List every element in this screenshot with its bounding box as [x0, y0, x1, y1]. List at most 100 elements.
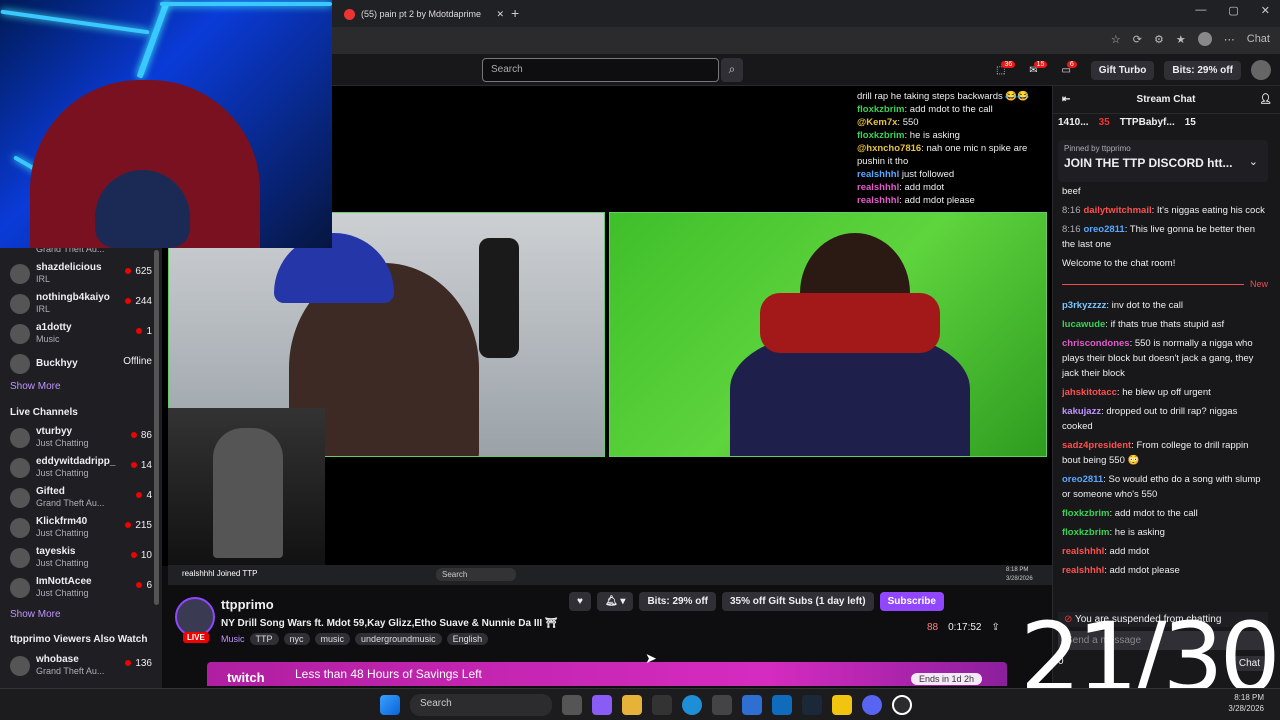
maximize-button[interactable]: ▢	[1228, 4, 1238, 17]
sidebar-channel[interactable]: ImNottAcee Just Chatting 6	[8, 574, 158, 604]
tag[interactable]: nyc	[283, 633, 310, 645]
sidebar-scrollbar[interactable]	[154, 250, 159, 605]
store-icon[interactable]	[712, 695, 732, 715]
tag[interactable]: English	[446, 633, 489, 645]
bits-discount-button[interactable]: Bits: 29% off	[639, 592, 716, 611]
avatar	[10, 518, 30, 538]
msg-user[interactable]: sadz4president	[1062, 440, 1131, 451]
sidebar-channel[interactable]: shazdelicious IRL 625	[8, 260, 158, 290]
msg-user[interactable]: dailytwitchmail	[1084, 205, 1152, 216]
loot-badge: 36	[1001, 60, 1016, 68]
inbox-icon[interactable]: ✉15	[1029, 60, 1051, 76]
msg-user[interactable]: jahskitotacc	[1062, 387, 1117, 398]
collapse-chat-icon[interactable]: ⇤	[1062, 86, 1070, 114]
profile-icon[interactable]	[1197, 32, 1212, 46]
new-tab-button[interactable]: +	[511, 5, 519, 21]
msg-text: : add mdot to the call	[1109, 508, 1198, 519]
follow-heart-button[interactable]: ♥	[569, 592, 591, 611]
start-icon[interactable]	[380, 695, 400, 715]
taskbar-clock[interactable]: 8:18 PM 3/28/2026	[1228, 692, 1264, 714]
tag[interactable]: music	[314, 633, 351, 645]
copilot-chat-button[interactable]: Chat	[1247, 33, 1270, 45]
msg-user[interactable]: floxkzbrim	[1062, 508, 1110, 519]
close-window-button[interactable]: ✕	[1261, 4, 1270, 17]
notification-bell-button[interactable]: 🔔︎ ▾	[596, 592, 634, 611]
show-more-link-2[interactable]: Show More	[10, 609, 61, 620]
sidebar-channel[interactable]: eddywitdadripp_ Just Chatting 14	[8, 454, 158, 484]
edge-icon[interactable]	[682, 695, 702, 715]
category-link[interactable]: Music	[221, 633, 245, 645]
overlay-chat-line: realshhhl: add mdot please	[857, 194, 1052, 207]
sidebar-channel[interactable]: Klickfrm40 Just Chatting 215	[8, 514, 158, 544]
sidebar-channel[interactable]: tayeskis Just Chatting 10	[8, 544, 158, 574]
msg-time: 8:16	[1062, 224, 1081, 235]
copilot-icon[interactable]	[592, 695, 612, 715]
show-more-link[interactable]: Show More	[10, 381, 61, 392]
sidebar-channel[interactable]: whobase Grand Theft Au... 136	[8, 652, 158, 682]
sidebar-channel[interactable]: vturbyy Just Chatting 86	[8, 424, 158, 454]
msg-text: Welcome to the chat room!	[1062, 258, 1176, 269]
share-icon[interactable]: ⇪	[992, 622, 1000, 633]
overlay-username: floxkzbrim	[857, 130, 905, 141]
sidebar-channel[interactable]: Buckhyy Offline	[8, 350, 158, 380]
prime-loot-icon[interactable]: ⬚36	[996, 60, 1019, 76]
tag[interactable]: TTP	[249, 633, 279, 645]
gift-subs-button[interactable]: 35% off Gift Subs (1 day left)	[722, 592, 874, 611]
close-tab-icon[interactable]: ✕	[496, 9, 504, 20]
notifications-icon[interactable]: ▭6	[1061, 60, 1080, 76]
search-icon[interactable]: ⌕	[721, 58, 743, 82]
avatar	[10, 488, 30, 508]
search-input[interactable]: Search	[482, 58, 719, 82]
mail-icon[interactable]	[772, 695, 792, 715]
live-badge: LIVE	[183, 632, 209, 643]
bits-button[interactable]: Bits: 29% off	[1164, 60, 1241, 80]
chevron-down-icon[interactable]: ⌄	[1249, 155, 1258, 168]
pinned-message[interactable]: Pinned by ttpprimo JOIN THE TTP DISCORD …	[1058, 140, 1268, 182]
obs-icon[interactable]	[892, 695, 912, 715]
menu-icon[interactable]: ⋯	[1224, 33, 1235, 46]
msg-user[interactable]: kakujazz	[1062, 406, 1101, 417]
mouse-cursor-icon: ➤	[645, 650, 657, 666]
subscribe-button[interactable]: Subscribe	[879, 592, 944, 611]
gift-turbo-button[interactable]: Gift Turbo	[1090, 60, 1155, 80]
sidebar-channel[interactable]: a1dotty Music 1	[8, 320, 158, 350]
app-yellow-icon[interactable]	[832, 695, 852, 715]
sidebar-channel[interactable]: nothingb4kaiyo IRL 244	[8, 290, 158, 320]
offline-label: Offline	[123, 356, 152, 367]
app-icon[interactable]	[652, 695, 672, 715]
overlay-chat-line: drill rap he taking steps backwards 😂😂	[857, 90, 1052, 103]
led-strip	[0, 9, 150, 35]
msg-user[interactable]: realshhhl	[1062, 565, 1104, 576]
discord-icon[interactable]	[862, 695, 882, 715]
star-icon[interactable]: ☆	[1111, 33, 1121, 46]
msg-user[interactable]: p3rkyzzzz	[1062, 300, 1106, 311]
channel-game: IRL	[36, 274, 51, 284]
minimize-button[interactable]: —	[1195, 4, 1206, 17]
sidebar-channel[interactable]: Gifted Grand Theft Au... 4	[8, 484, 158, 514]
also-watch-heading: ttpprimo Viewers Also Watch	[10, 634, 148, 645]
new-label: New	[1249, 279, 1268, 289]
chat-message: realshhhl: add mdot please	[1062, 563, 1268, 578]
channel-avatar[interactable]	[175, 597, 215, 637]
msg-user[interactable]: chriscondones	[1062, 338, 1130, 349]
users-icon[interactable]: 👤︎	[1259, 86, 1272, 114]
taskbar-search[interactable]: Search	[410, 694, 552, 716]
notepad-icon[interactable]	[742, 695, 762, 715]
favorites-icon[interactable]: ★	[1176, 33, 1186, 46]
leader-count: 35	[1098, 117, 1110, 128]
refresh-icon[interactable]: ⟳	[1133, 33, 1142, 46]
task-view-icon[interactable]	[562, 695, 582, 715]
msg-user[interactable]: oreo2811	[1062, 474, 1103, 485]
msg-user[interactable]: lucawude	[1062, 319, 1105, 330]
steam-icon[interactable]	[802, 695, 822, 715]
channel-name[interactable]: ttpprimo	[221, 597, 274, 612]
clock-date: 3/28/2026	[1228, 704, 1264, 713]
user-avatar[interactable]	[1250, 60, 1271, 80]
msg-user[interactable]: realshhhl	[1062, 546, 1104, 557]
browser-tab[interactable]: (55) pain pt 2 by Mdotdaprime ✕	[344, 4, 504, 24]
msg-user[interactable]: floxkzbrim	[1062, 527, 1110, 538]
file-explorer-icon[interactable]	[622, 695, 642, 715]
msg-user[interactable]: oreo2811	[1084, 224, 1125, 235]
extensions-icon[interactable]: ⚙	[1154, 33, 1164, 46]
tag[interactable]: undergroundmusic	[355, 633, 442, 645]
